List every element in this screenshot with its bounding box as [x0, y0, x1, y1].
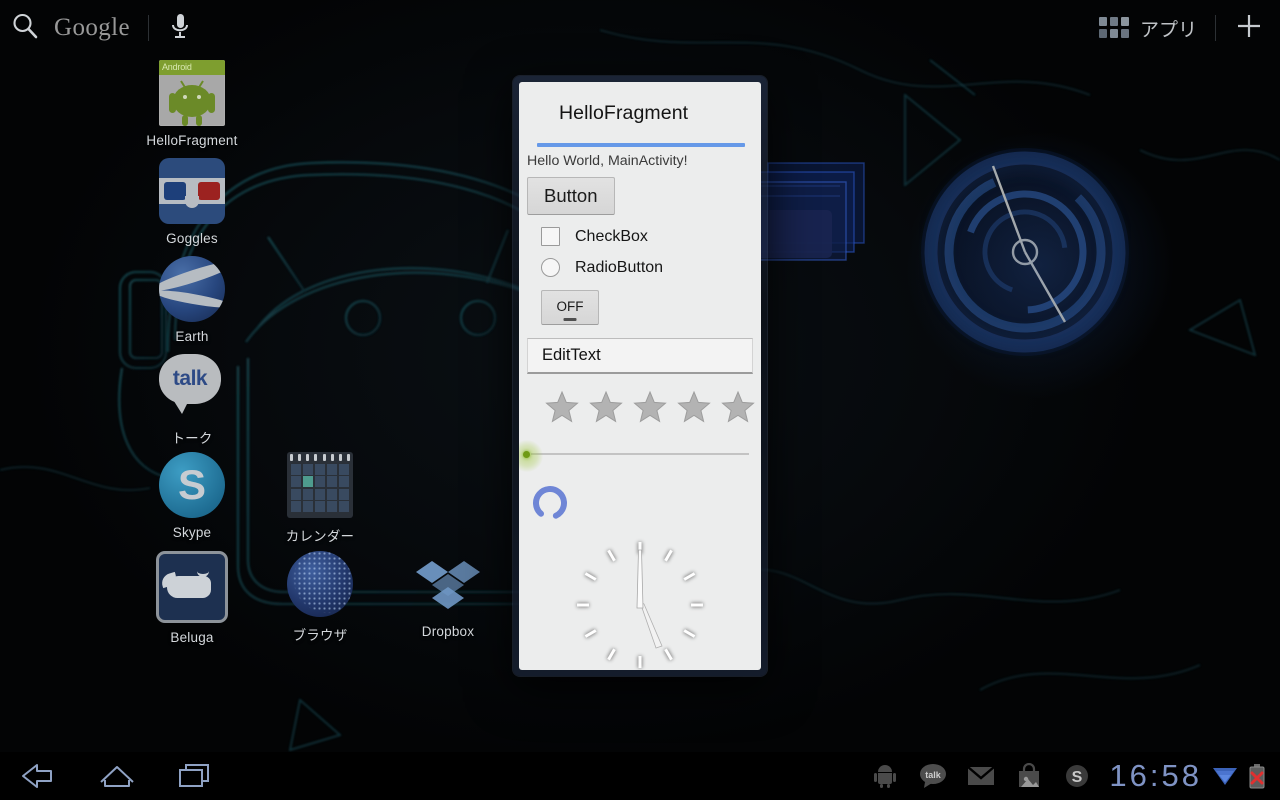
skype-notification-icon[interactable]: S	[1053, 752, 1101, 800]
togglebutton-indicator	[563, 317, 577, 321]
home-button[interactable]	[78, 752, 156, 800]
system-bar: talk S 16:58	[0, 752, 1280, 800]
app-icon-hellofragment[interactable]: Android HelloFragment	[132, 60, 252, 148]
app-icon-earth[interactable]: Earth	[132, 256, 252, 344]
hello-world-text: Hello World, MainActivity!	[527, 153, 688, 169]
togglebutton-widget[interactable]: OFF	[541, 290, 599, 325]
talk-app-icon: talk	[159, 354, 225, 420]
skype-app-icon: S	[159, 452, 225, 518]
edittext-widget[interactable]: EditText	[527, 338, 753, 374]
plus-icon[interactable]	[1234, 11, 1264, 46]
earth-app-icon	[159, 256, 225, 322]
dropbox-app-icon	[415, 551, 481, 617]
ratingbar-widget[interactable]	[545, 390, 761, 424]
gmail-notification-icon[interactable]	[957, 752, 1005, 800]
app-label: Dropbox	[421, 624, 475, 639]
app-label: Skype	[172, 525, 212, 540]
microphone-icon[interactable]	[167, 11, 193, 46]
goggles-app-icon	[159, 158, 225, 224]
beluga-app-icon	[156, 551, 228, 623]
apps-divider	[1215, 15, 1216, 41]
togglebutton-label: OFF	[556, 299, 584, 314]
apps-label[interactable]: アプリ	[1140, 15, 1197, 42]
app-label: Goggles	[166, 231, 218, 246]
checkbox-row[interactable]: CheckBox	[541, 227, 761, 246]
wifi-icon[interactable]	[1208, 752, 1242, 800]
app-label: トーク	[171, 431, 213, 446]
google-label: Google	[54, 14, 130, 41]
button-widget[interactable]: Button	[527, 177, 615, 215]
app-label: Earth	[175, 329, 209, 344]
top-bar: Google アプリ	[0, 0, 1280, 56]
talk-notification-icon[interactable]: talk	[909, 752, 957, 800]
app-label: HelloFragment	[146, 133, 238, 148]
seekbar-widget[interactable]	[519, 440, 761, 472]
back-button[interactable]	[0, 752, 78, 800]
edittext-value: EditText	[542, 346, 601, 364]
seekbar-track	[531, 453, 749, 455]
rating-star[interactable]	[633, 390, 667, 424]
app-icon-skype[interactable]: S Skype	[132, 452, 252, 540]
radiobutton-widget[interactable]	[541, 258, 560, 277]
app-icon-goggles[interactable]: Goggles	[132, 158, 252, 246]
google-search-widget[interactable]: Google	[10, 8, 193, 48]
app-label: ブラウザ	[292, 628, 348, 643]
talk-icon-badge: talk	[159, 354, 221, 404]
status-clock[interactable]: 16:58	[1109, 758, 1202, 794]
checkbox-label: CheckBox	[575, 227, 648, 245]
hellofragment-app-icon: Android	[159, 60, 225, 126]
dialog-frame: HelloFragment Hello World, MainActivity!…	[513, 76, 767, 676]
svg-text:talk: talk	[926, 770, 943, 780]
rating-star[interactable]	[677, 390, 711, 424]
hellofragment-dialog: HelloFragment Hello World, MainActivity!…	[519, 82, 761, 670]
status-icons: talk S 16:58	[861, 752, 1280, 800]
analogclock-widget	[565, 530, 715, 670]
rating-star[interactable]	[589, 390, 623, 424]
navigation-buttons	[0, 752, 234, 800]
dialog-title: HelloFragment	[559, 102, 689, 124]
search-divider	[148, 15, 149, 41]
android-notification-icon[interactable]	[861, 752, 909, 800]
hellofragment-icon-badge: Android	[159, 60, 225, 75]
browser-app-icon	[287, 551, 353, 617]
svg-text:S: S	[1072, 769, 1083, 786]
rating-star[interactable]	[545, 390, 579, 424]
app-icon-dropbox[interactable]: Dropbox	[388, 551, 508, 639]
progressbar-widget	[529, 482, 571, 524]
calendar-app-icon	[287, 452, 353, 518]
radiobutton-label: RadioButton	[575, 258, 664, 276]
app-label: Beluga	[170, 630, 214, 645]
checkbox-widget[interactable]	[541, 227, 560, 246]
app-icon-beluga[interactable]: Beluga	[132, 551, 252, 645]
rating-star[interactable]	[721, 390, 755, 424]
radiobutton-row[interactable]: RadioButton	[541, 258, 761, 277]
apps-widget: アプリ	[1098, 8, 1272, 48]
app-label: カレンダー	[285, 529, 355, 544]
battery-error-icon[interactable]	[1242, 752, 1272, 800]
app-icon-calendar[interactable]: カレンダー	[260, 452, 380, 545]
recents-button[interactable]	[156, 752, 234, 800]
apps-grid-icon[interactable]	[1098, 17, 1129, 39]
app-icon-talk[interactable]: talk トーク	[132, 354, 252, 447]
app-icon-browser[interactable]: ブラウザ	[260, 551, 380, 644]
search-icon[interactable]	[10, 11, 40, 46]
market-notification-icon[interactable]	[1005, 752, 1053, 800]
seekbar-thumb[interactable]	[523, 451, 530, 458]
